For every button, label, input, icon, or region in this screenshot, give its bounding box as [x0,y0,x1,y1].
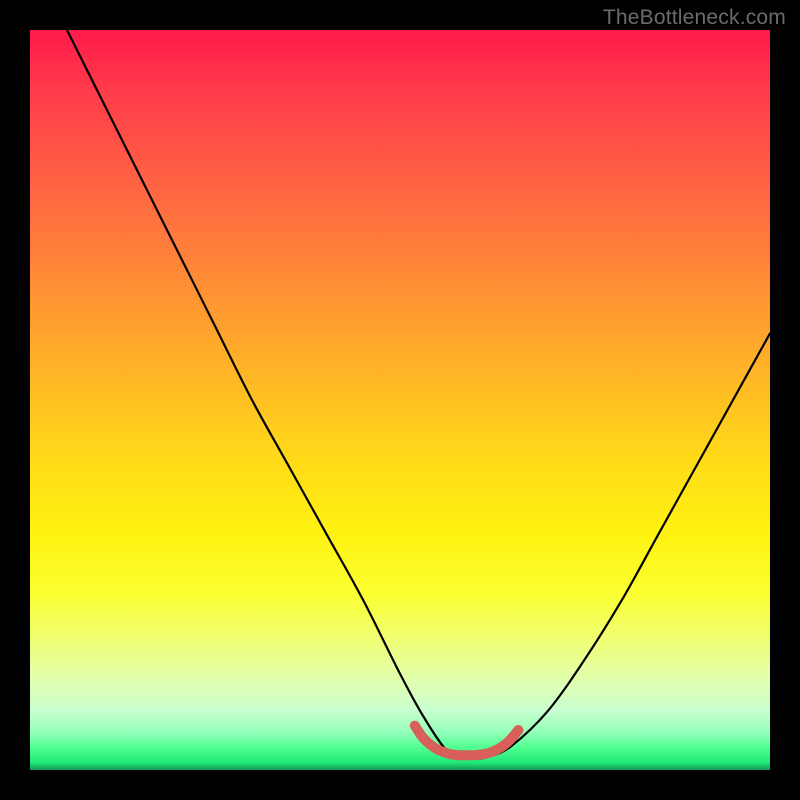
curve-svg [30,30,770,770]
watermark-text: TheBottleneck.com [603,6,786,30]
bottleneck-curve-path [67,30,770,759]
plot-area [30,30,770,770]
optimal-marker-path [415,726,519,756]
chart-container: TheBottleneck.com [0,0,800,800]
